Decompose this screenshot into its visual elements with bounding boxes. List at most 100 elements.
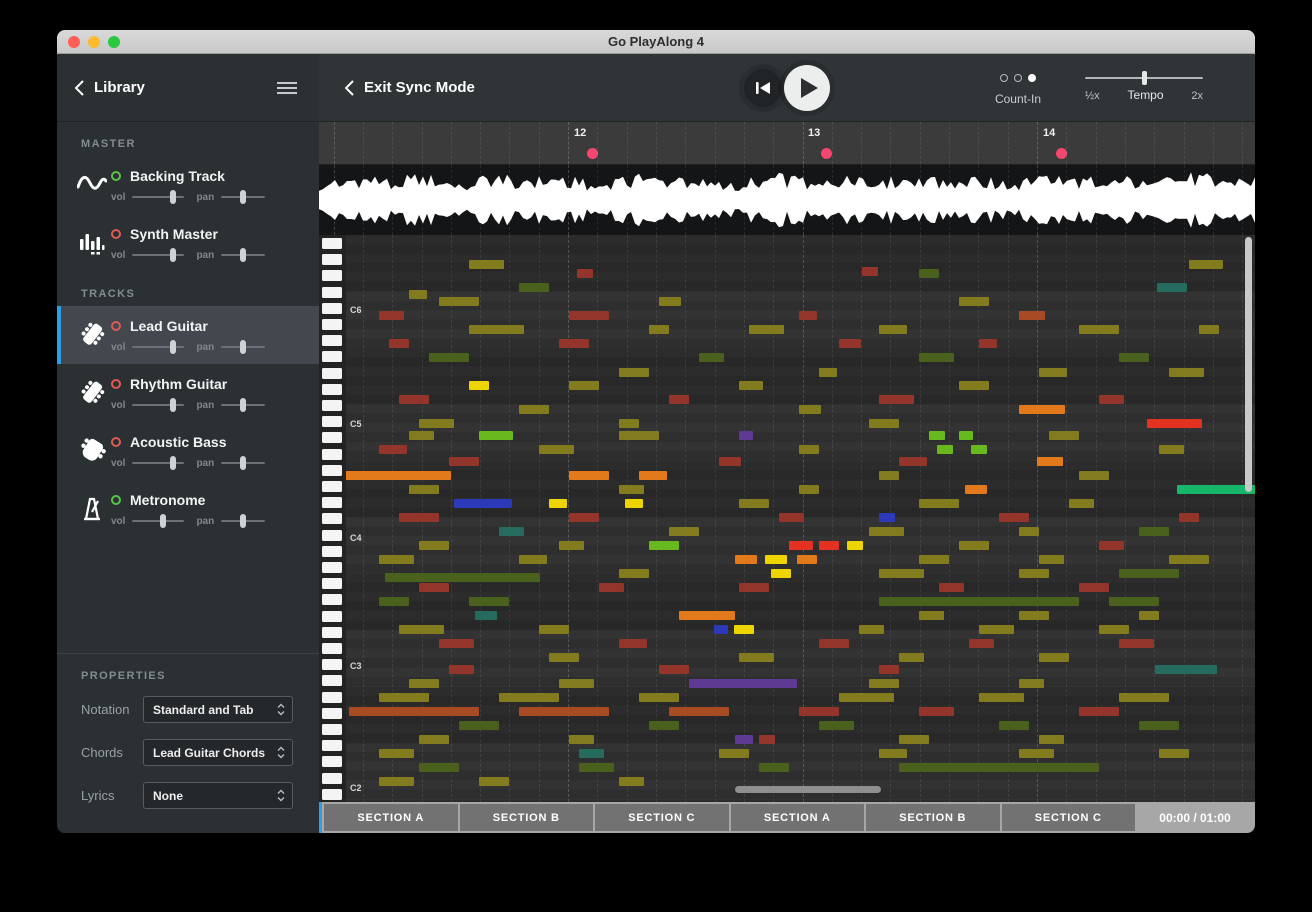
midi-note[interactable]	[862, 267, 878, 276]
midi-note[interactable]	[979, 625, 1014, 634]
piano-key[interactable]	[322, 626, 342, 638]
midi-note[interactable]	[625, 499, 643, 508]
midi-note[interactable]	[1109, 597, 1159, 606]
midi-note[interactable]	[739, 499, 769, 508]
midi-note[interactable]	[839, 339, 861, 348]
midi-note[interactable]	[735, 555, 757, 564]
midi-note[interactable]	[1019, 311, 1045, 320]
midi-note[interactable]	[499, 693, 559, 702]
midi-note[interactable]	[579, 749, 604, 758]
midi-note[interactable]	[765, 555, 787, 564]
midi-note[interactable]	[539, 625, 569, 634]
count-in-dot[interactable]	[1013, 73, 1022, 82]
pan-knob[interactable]	[240, 190, 247, 204]
midi-note[interactable]	[619, 569, 649, 578]
midi-note[interactable]	[1039, 653, 1069, 662]
midi-note[interactable]	[979, 693, 1024, 702]
midi-note[interactable]	[799, 485, 819, 494]
pan-knob[interactable]	[240, 340, 247, 354]
piano-key[interactable]	[322, 529, 342, 541]
midi-note[interactable]	[899, 735, 929, 744]
midi-note[interactable]	[639, 693, 679, 702]
midi-note[interactable]	[1019, 569, 1049, 578]
midi-note[interactable]	[379, 777, 414, 786]
midi-note[interactable]	[1177, 485, 1255, 494]
midi-note[interactable]	[1037, 457, 1063, 466]
pan-slider[interactable]	[221, 190, 266, 204]
midi-note[interactable]	[879, 749, 907, 758]
vertical-scrollbar[interactable]	[1245, 237, 1252, 492]
volume-slider[interactable]	[132, 248, 185, 262]
track-metronome[interactable]: Metronome vol pan	[57, 480, 319, 538]
midi-note[interactable]	[479, 777, 509, 786]
midi-note[interactable]	[839, 693, 894, 702]
midi-note[interactable]	[419, 419, 454, 428]
midi-note[interactable]	[719, 749, 749, 758]
volume-knob[interactable]	[170, 190, 176, 204]
midi-note[interactable]	[799, 707, 839, 716]
midi-note[interactable]	[569, 311, 609, 320]
chords-select[interactable]: Lead Guitar Chords	[143, 739, 293, 766]
midi-note[interactable]	[799, 311, 817, 320]
section-block[interactable]: SECTION C	[1001, 804, 1135, 831]
midi-note[interactable]	[1147, 419, 1202, 428]
midi-note[interactable]	[971, 445, 987, 454]
midi-note[interactable]	[919, 269, 939, 278]
section-block[interactable]: SECTION C	[595, 804, 729, 831]
midi-note[interactable]	[859, 625, 884, 634]
midi-note[interactable]	[577, 269, 593, 278]
midi-note[interactable]	[559, 339, 589, 348]
volume-knob[interactable]	[170, 340, 176, 354]
piano-key[interactable]	[322, 351, 342, 363]
midi-note[interactable]	[937, 445, 953, 454]
midi-note[interactable]	[1049, 431, 1079, 440]
midi-note[interactable]	[539, 445, 574, 454]
midi-note[interactable]	[569, 513, 599, 522]
midi-note[interactable]	[333, 471, 451, 480]
piano-roll[interactable]: C6 C5 C4 C3 C2	[319, 235, 1255, 802]
midi-note[interactable]	[379, 445, 407, 454]
midi-note[interactable]	[959, 541, 989, 550]
midi-note[interactable]	[879, 597, 1079, 606]
midi-note[interactable]	[819, 541, 839, 550]
pan-knob[interactable]	[240, 248, 247, 262]
piano-key[interactable]	[322, 254, 342, 266]
piano-key[interactable]	[322, 383, 342, 395]
midi-note[interactable]	[714, 625, 728, 634]
volume-slider[interactable]	[132, 340, 185, 354]
pan-slider[interactable]	[221, 514, 266, 528]
midi-note[interactable]	[1019, 679, 1044, 688]
midi-note[interactable]	[429, 353, 469, 362]
midi-note[interactable]	[1039, 368, 1067, 377]
piano-key[interactable]	[322, 707, 342, 719]
midi-note[interactable]	[469, 597, 509, 606]
midi-note[interactable]	[1157, 283, 1187, 292]
midi-note[interactable]	[1079, 583, 1109, 592]
midi-note[interactable]	[389, 339, 409, 348]
midi-note[interactable]	[479, 431, 513, 440]
midi-note[interactable]	[419, 735, 449, 744]
midi-note[interactable]	[409, 485, 439, 494]
midi-note[interactable]	[385, 573, 540, 582]
piano-key[interactable]	[322, 788, 342, 800]
piano-key[interactable]	[322, 724, 342, 735]
midi-note[interactable]	[1019, 611, 1049, 620]
midi-note[interactable]	[409, 290, 427, 299]
midi-note[interactable]	[739, 381, 763, 390]
midi-note[interactable]	[899, 457, 927, 466]
midi-note[interactable]	[899, 653, 924, 662]
track-status-toggle[interactable]	[111, 436, 121, 447]
midi-note[interactable]	[799, 445, 819, 454]
midi-note[interactable]	[569, 471, 609, 480]
minimize-button[interactable]	[88, 36, 100, 48]
midi-note[interactable]	[659, 297, 681, 306]
midi-note[interactable]	[959, 431, 973, 440]
midi-note[interactable]	[379, 749, 414, 758]
track-acoustic-bass[interactable]: Acoustic Bass vol pan	[57, 422, 319, 480]
midi-note[interactable]	[1139, 611, 1159, 620]
piano-key[interactable]	[322, 772, 342, 784]
midi-note[interactable]	[639, 471, 667, 480]
midi-note[interactable]	[649, 721, 679, 730]
pan-knob[interactable]	[240, 398, 247, 412]
midi-note[interactable]	[1069, 499, 1094, 508]
